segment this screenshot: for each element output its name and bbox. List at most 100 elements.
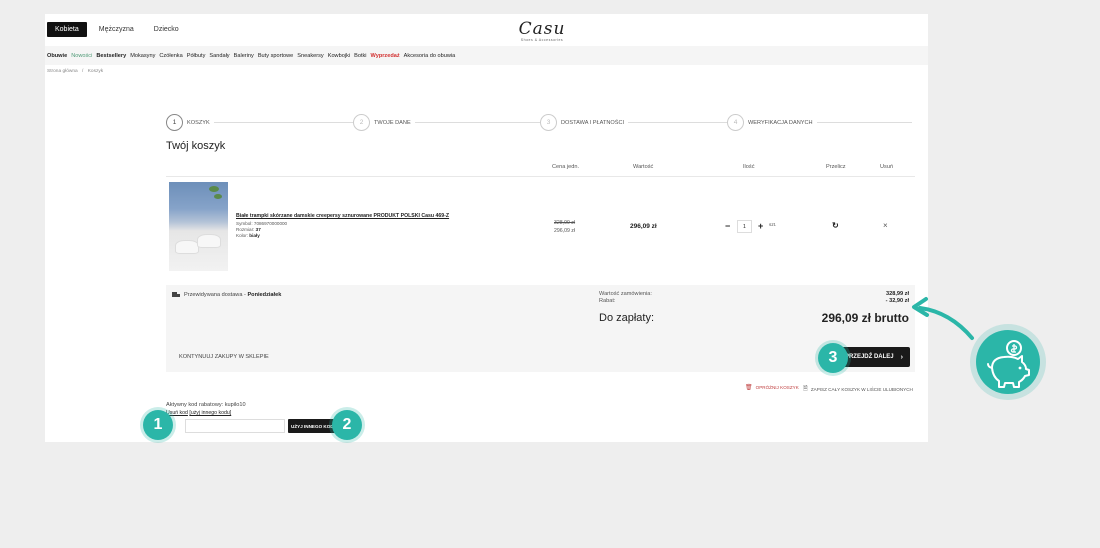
step-weryfikacja: 4 Weryfikacja danych — [727, 114, 817, 131]
logo[interactable]: Casu Shoes & Accessories — [517, 20, 567, 42]
delivery-day: Poniedziałek — [247, 292, 282, 298]
discount-code-links: Usuń kod [użyj innego kodu] — [166, 410, 231, 416]
menu-item-baleriny[interactable]: Baleriny — [234, 53, 254, 59]
qty-input[interactable]: 1 — [737, 220, 752, 233]
chevron-right-icon: › — [900, 353, 903, 361]
tab-dziecko[interactable]: Dziecko — [146, 22, 187, 37]
qty-minus-button[interactable]: − — [725, 221, 730, 231]
empty-cart-label: Opróżnij koszyk — [755, 385, 799, 390]
callout-badge-3: 3 — [818, 343, 848, 373]
next-step-label: Przejdź dalej — [844, 354, 894, 360]
empty-cart-link[interactable]: 🗑 Opróżnij koszyk — [745, 384, 799, 391]
order-summary: Przewidywana dostawa - Poniedziałek Wart… — [166, 285, 915, 372]
trash-icon: 🗑 — [745, 385, 753, 391]
col-value: Wartość — [633, 164, 654, 170]
color-label: Kolor: — [236, 233, 249, 238]
col-qty: Ilość — [743, 164, 755, 170]
table-divider — [166, 176, 915, 177]
refresh-icon[interactable]: ↻ — [832, 221, 839, 230]
main-menu: Obuwie Nowości Bestsellery Mokasyny Czół… — [45, 46, 928, 65]
save-cart-label: Zapisz cały koszyk w liście ulubionych — [810, 386, 913, 392]
tab-mezczyzna[interactable]: Mężczyzna — [91, 22, 142, 37]
breadcrumb-home[interactable]: Strona główna — [47, 69, 78, 74]
page: Kobieta Mężczyzna Dziecko Casu Shoes & A… — [45, 14, 928, 442]
close-icon[interactable]: × — [883, 221, 888, 230]
logo-text: Casu — [518, 19, 566, 39]
product-color: Kolor: biały — [236, 233, 260, 238]
step-label: Koszyk — [187, 119, 210, 126]
menu-item-mokasyny[interactable]: Mokasyny — [130, 53, 155, 59]
page-title: Twój koszyk — [166, 140, 226, 152]
step-number: 3 — [540, 114, 557, 131]
callout-arrow — [912, 297, 974, 340]
step-label: Dostawa i płatności — [561, 119, 625, 126]
menu-item-sandaly[interactable]: Sandały — [209, 53, 229, 59]
document-icon: 🗎 — [803, 386, 808, 392]
menu-item-bestsellery[interactable]: Bestsellery — [96, 53, 126, 59]
menu-item-czolenka[interactable]: Czółenka — [159, 53, 182, 59]
step-number: 4 — [727, 114, 744, 131]
checkout-steps: 1 Koszyk 2 Twoje dane 3 Dostawa i płatno… — [166, 114, 912, 131]
save-cart-link[interactable]: 🗎 Zapisz cały koszyk w liście ulubionych — [803, 384, 913, 394]
piggy-bank-badge — [970, 324, 1046, 400]
menu-item-nowosci[interactable]: Nowości — [71, 53, 92, 59]
callout-badge-1: 1 — [143, 410, 173, 440]
menu-item-polbuty[interactable]: Półbuty — [187, 53, 206, 59]
logo-subtitle: Shoes & Accessories — [520, 38, 564, 42]
callout-badge-2: 2 — [332, 410, 362, 440]
to-pay-label: Do zapłaty: — [599, 312, 655, 324]
menu-item-wyprzedaz[interactable]: Wyprzedaż — [371, 53, 400, 59]
step-koszyk: 1 Koszyk — [166, 114, 214, 131]
gender-tabs: Kobieta Mężczyzna Dziecko — [47, 22, 191, 37]
continue-shopping-link[interactable]: Kontynuuj zakupy w sklepie — [179, 354, 269, 360]
qty-unit: szt. — [769, 223, 777, 228]
price-new: 296,09 zł — [554, 228, 576, 234]
step-dostawa: 3 Dostawa i płatności — [540, 114, 629, 131]
line-value: 296,09 zł — [630, 223, 657, 230]
image-detail — [209, 186, 219, 192]
menu-item-botki[interactable]: Botki — [354, 53, 366, 59]
delivery-estimate: Przewidywana dostawa - Poniedziałek — [172, 292, 281, 298]
piggy-bank-icon — [976, 330, 1040, 394]
breadcrumb-separator: / — [82, 69, 84, 74]
product-symbol: Symbol: 7086970000000 — [236, 221, 287, 226]
next-step-button[interactable]: Przejdź dalej › — [842, 347, 910, 367]
menu-item-buty-sportowe[interactable]: Buty sportowe — [258, 53, 293, 59]
size-value: 37 — [255, 227, 261, 232]
menu-item-sneakersy[interactable]: Sneakersy — [297, 53, 323, 59]
step-label: Twoje dane — [374, 119, 411, 126]
step-number: 1 — [166, 114, 183, 131]
menu-item-akcesoria[interactable]: Akcesoria do obuwia — [404, 53, 456, 59]
qty-plus-button[interactable]: + — [758, 221, 763, 231]
step-number: 2 — [353, 114, 370, 131]
symbol-value: 7086970000000 — [253, 221, 288, 226]
shoe-shape — [197, 234, 221, 248]
image-detail — [214, 194, 222, 199]
active-discount-code: Aktywny kod rabatowy: kupilo10 — [166, 402, 246, 408]
product-size: Rozmiar: 37 — [236, 227, 261, 232]
menu-item-obuwie[interactable]: Obuwie — [47, 53, 67, 59]
step-twoje-dane: 2 Twoje dane — [353, 114, 415, 131]
apply-code-button[interactable]: Użyj innego kodu — [288, 419, 336, 433]
product-image[interactable] — [169, 182, 228, 271]
color-value: biały — [249, 233, 260, 238]
tab-kobieta[interactable]: Kobieta — [47, 22, 87, 37]
col-unit-price: Cena jedn. — [552, 164, 580, 170]
menu-item-kowbojki[interactable]: Kowbojki — [328, 53, 350, 59]
to-pay-total: 296,09 zł brutto — [821, 311, 909, 325]
use-other-code-link[interactable]: [użyj innego kodu] — [189, 410, 231, 416]
truck-icon — [172, 292, 180, 298]
step-label: Weryfikacja danych — [748, 119, 813, 126]
piggy-bank-svg — [987, 340, 1030, 388]
delivery-label: Przewidywana dostawa - — [184, 292, 246, 298]
price-old: 328,99 zł — [554, 220, 576, 226]
size-label: Rozmiar: — [236, 227, 255, 232]
symbol-label: Symbol: — [236, 221, 253, 226]
breadcrumb-current: Koszyk — [87, 69, 104, 74]
discount-label: Rabat: — [599, 298, 616, 304]
breadcrumb: Strona główna / Koszyk — [47, 69, 106, 74]
order-value-label: Wartość zamówienia: — [599, 291, 652, 297]
discount-code-input[interactable] — [185, 419, 285, 433]
col-recalc: Przelicz — [826, 164, 846, 170]
product-name-link[interactable]: Białe trampki skórzane damskie creepersy… — [236, 213, 449, 219]
